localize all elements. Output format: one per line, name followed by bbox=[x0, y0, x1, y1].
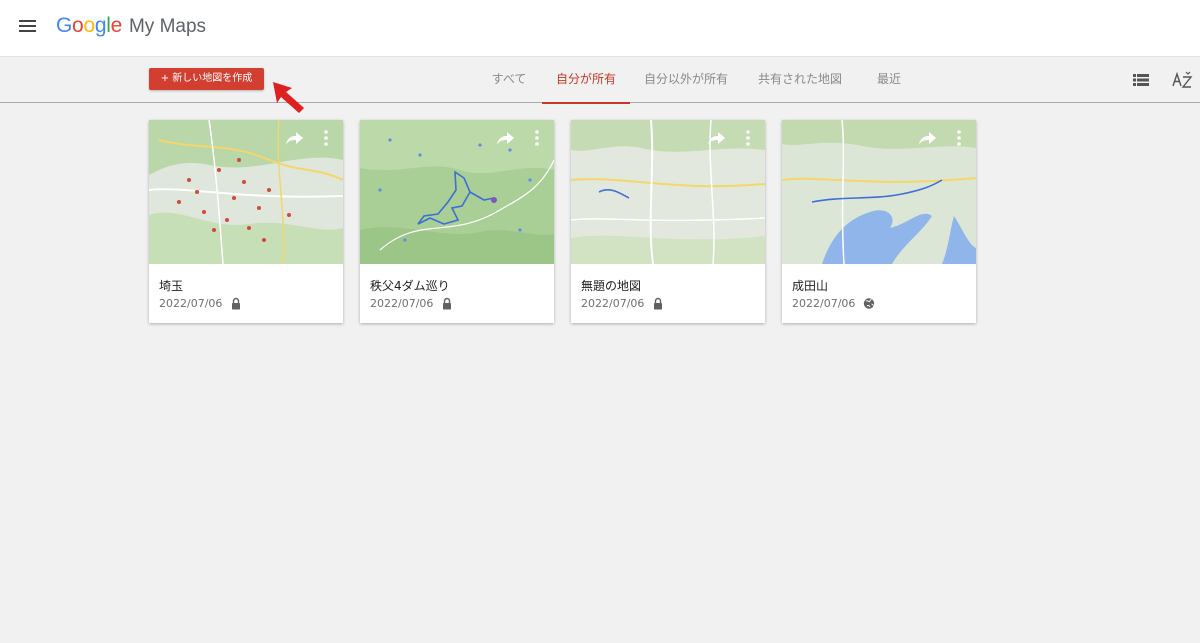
map-meta: 2022/07/06 bbox=[370, 297, 453, 310]
lock-icon bbox=[443, 297, 452, 310]
map-card[interactable]: 成田山 2022/07/06 bbox=[782, 120, 976, 323]
share-icon[interactable] bbox=[496, 129, 516, 147]
tab-all[interactable]: すべて bbox=[484, 57, 534, 103]
map-title: 成田山 bbox=[792, 279, 829, 293]
share-icon[interactable] bbox=[918, 129, 938, 147]
map-thumbnail bbox=[782, 120, 976, 264]
create-new-map-button[interactable]: + 新しい地図を作成 bbox=[149, 68, 264, 90]
hamburger-menu-icon[interactable] bbox=[18, 18, 38, 34]
map-meta: 2022/07/06 bbox=[159, 297, 242, 310]
globe-icon bbox=[864, 298, 875, 309]
more-options-icon[interactable] bbox=[743, 129, 753, 147]
share-icon[interactable] bbox=[707, 129, 727, 147]
more-options-icon[interactable] bbox=[954, 129, 964, 147]
map-title: 無題の地図 bbox=[581, 279, 642, 293]
more-options-icon[interactable] bbox=[321, 129, 331, 147]
map-thumbnail bbox=[571, 120, 765, 264]
map-date: 2022/07/06 bbox=[792, 297, 856, 310]
sort-az-icon[interactable] bbox=[1171, 70, 1193, 90]
map-card[interactable]: 埼玉 2022/07/06 bbox=[149, 120, 343, 323]
app-bar: Google My Maps bbox=[0, 0, 1200, 57]
lock-icon bbox=[654, 297, 663, 310]
map-date: 2022/07/06 bbox=[159, 297, 223, 310]
more-options-icon[interactable] bbox=[532, 129, 542, 147]
toolbar: + 新しい地図を作成 すべて 自分が所有 自分以外が所有 共有された地図 最近 bbox=[0, 57, 1200, 104]
tab-not-owned-by-me[interactable]: 自分以外が所有 bbox=[638, 57, 734, 103]
lock-icon bbox=[232, 297, 241, 310]
map-date: 2022/07/06 bbox=[370, 297, 434, 310]
map-title: 埼玉 bbox=[159, 279, 184, 293]
map-thumbnail bbox=[360, 120, 554, 264]
red-pointer-arrow-icon bbox=[273, 82, 304, 113]
map-card[interactable]: 無題の地図 2022/07/06 bbox=[571, 120, 765, 323]
map-card[interactable]: 秩父4ダム巡り 2022/07/06 bbox=[360, 120, 554, 323]
map-meta: 2022/07/06 bbox=[792, 297, 875, 310]
list-view-icon[interactable] bbox=[1131, 70, 1151, 90]
map-title: 秩父4ダム巡り bbox=[370, 279, 450, 293]
tab-owned-by-me[interactable]: 自分が所有 bbox=[542, 57, 630, 104]
map-thumbnail bbox=[149, 120, 343, 264]
share-icon[interactable] bbox=[285, 129, 305, 147]
tab-recent[interactable]: 最近 bbox=[870, 57, 908, 103]
map-meta: 2022/07/06 bbox=[581, 297, 664, 310]
app-brand[interactable]: Google My Maps bbox=[56, 14, 206, 40]
google-logo: Google bbox=[56, 14, 122, 37]
map-date: 2022/07/06 bbox=[581, 297, 645, 310]
product-name: My Maps bbox=[128, 16, 207, 37]
tab-shared-with-me[interactable]: 共有された地図 bbox=[750, 57, 850, 103]
